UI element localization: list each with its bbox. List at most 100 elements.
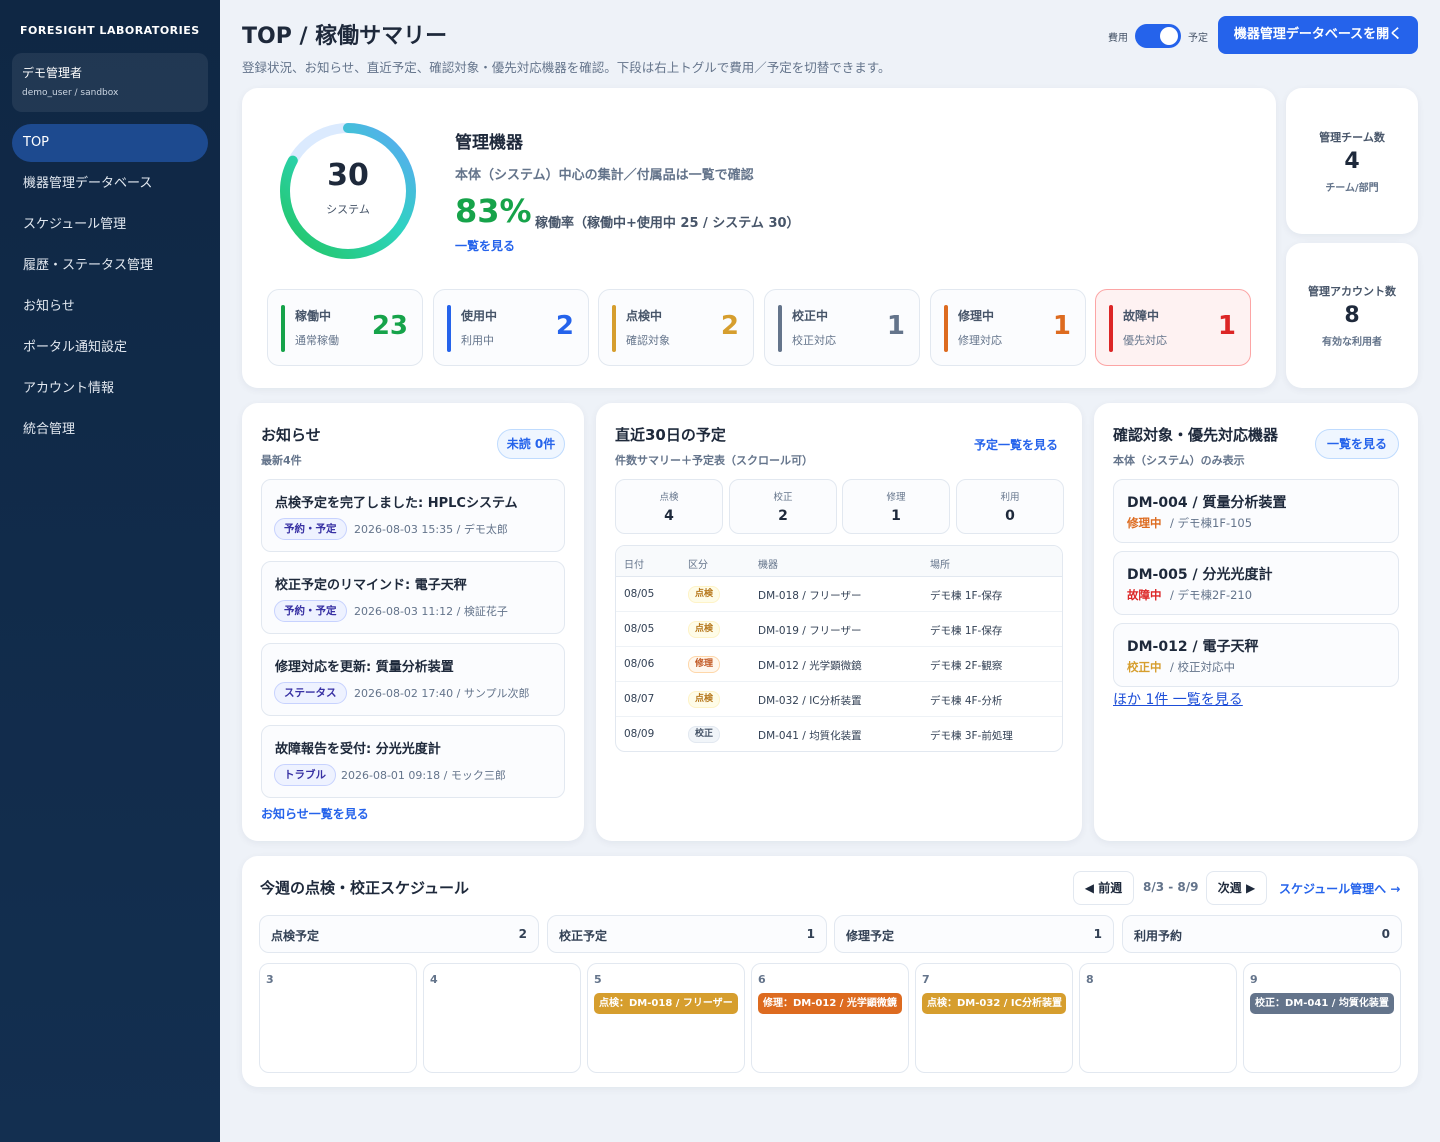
summary-view-list-link[interactable]: 一覧を見る bbox=[455, 237, 515, 254]
device-location: / デモ棟2F-210 bbox=[1170, 588, 1253, 602]
notice-item[interactable]: 故障報告を受付: 分光光度計 トラブル 2026-08-01 09:18 / モ… bbox=[261, 725, 565, 798]
notices-card: お知らせ 最新4件 未読 0件 点検予定を完了しました: HPLCシステム 予約… bbox=[242, 403, 584, 841]
table-row[interactable]: 08/05 点検 DM-019 / フリーザー デモ棟 1F-保存 bbox=[616, 612, 1062, 647]
user-card[interactable]: デモ管理者 demo_user / sandbox bbox=[12, 53, 208, 112]
cost-schedule-toggle-group: 費用 予定 bbox=[1108, 24, 1208, 48]
calendar-event[interactable]: 修理：DM-012 / 光学顕微鏡 bbox=[758, 993, 902, 1014]
count-label: 修理 bbox=[886, 492, 906, 503]
cell-place: デモ棟 1F-保存 bbox=[930, 590, 1003, 602]
calendar-day-cell[interactable]: 6 修理：DM-012 / 光学顕微鏡 bbox=[751, 963, 909, 1073]
stat-value: 1 bbox=[886, 311, 905, 341]
calendar-day-cell[interactable]: 9 校正：DM-041 / 均質化装置 bbox=[1243, 963, 1401, 1073]
sidebar-nav: TOP 機器管理データベース スケジュール管理 履歴・ステータス管理 お知らせ … bbox=[12, 124, 208, 452]
notice-item[interactable]: 校正予定のリマインド: 電子天秤 予約・予定 2026-08-03 11:12 … bbox=[261, 561, 565, 634]
stat-calibration[interactable]: 校正中 校正対応 1 bbox=[764, 289, 920, 366]
column-header-kind: 区分 bbox=[688, 560, 708, 571]
stat-operating[interactable]: 稼働中 通常稼働 23 bbox=[267, 289, 423, 366]
user-account: demo_user / sandbox bbox=[22, 88, 119, 98]
cost-schedule-toggle[interactable] bbox=[1135, 24, 1181, 48]
stat-repair[interactable]: 修理中 修理対応 1 bbox=[930, 289, 1086, 366]
sidebar-item-top[interactable]: TOP bbox=[12, 124, 208, 162]
week-summary-calibration: 校正予定 1 bbox=[547, 915, 827, 953]
stat-color-bar bbox=[778, 305, 782, 352]
account-count-card: 管理アカウント数 8 有効な利用者 bbox=[1286, 243, 1418, 388]
sidebar-item-account[interactable]: アカウント情報 bbox=[12, 370, 208, 408]
device-status: 修理中 bbox=[1127, 516, 1162, 530]
team-count-title: 管理チーム数 bbox=[1319, 131, 1385, 144]
cell-device: DM-041 / 均質化装置 bbox=[758, 730, 862, 742]
table-row[interactable]: 08/07 点検 DM-032 / IC分析装置 デモ棟 4F-分析 bbox=[616, 682, 1062, 717]
stat-label: 故障中 bbox=[1123, 309, 1160, 323]
calendar-event[interactable]: 校正：DM-041 / 均質化装置 bbox=[1250, 993, 1394, 1014]
next-week-button[interactable]: 次週 ▶ bbox=[1206, 871, 1267, 905]
unread-badge-button[interactable]: 未読 0件 bbox=[497, 429, 565, 459]
week-summary-inspection: 点検予定 2 bbox=[259, 915, 539, 953]
cell-date: 08/05 bbox=[624, 623, 655, 635]
notice-item[interactable]: 修理対応を更新: 質量分析装置 ステータス 2026-08-02 17:40 /… bbox=[261, 643, 565, 716]
page-title: TOP / 稼働サマリー bbox=[242, 24, 448, 49]
calendar-event[interactable]: 点検：DM-018 / フリーザー bbox=[594, 993, 738, 1014]
notices-title: お知らせ bbox=[261, 426, 321, 444]
count-value: 2 bbox=[778, 508, 788, 524]
calendar-day-cell[interactable]: 8 bbox=[1079, 963, 1237, 1073]
cell-device: DM-018 / フリーザー bbox=[758, 590, 862, 602]
schedule-list-link[interactable]: 予定一覧を見る bbox=[974, 436, 1058, 453]
day-number: 7 bbox=[922, 973, 930, 986]
notices-list-link[interactable]: お知らせ一覧を見る bbox=[261, 805, 369, 822]
priority-device-item[interactable]: DM-005 / 分光光度計 故障中 / デモ棟2F-210 bbox=[1113, 551, 1399, 615]
calendar-day-cell[interactable]: 4 bbox=[423, 963, 581, 1073]
account-count-value: 8 bbox=[1344, 303, 1360, 328]
cell-kind-badge: 点検 bbox=[688, 621, 721, 638]
sidebar-item-notices[interactable]: お知らせ bbox=[12, 288, 208, 326]
calendar-day-cell[interactable]: 7 点検：DM-032 / IC分析装置 bbox=[915, 963, 1073, 1073]
summary-label: 利用予約 bbox=[1134, 929, 1183, 943]
sidebar-item-notification-settings[interactable]: ポータル通知設定 bbox=[12, 329, 208, 367]
notice-tag: トラブル bbox=[274, 764, 336, 786]
table-row[interactable]: 08/09 校正 DM-041 / 均質化装置 デモ棟 3F-前処理 bbox=[616, 717, 1062, 751]
stat-sublabel: 確認対象 bbox=[626, 334, 670, 347]
notice-item[interactable]: 点検予定を完了しました: HPLCシステム 予約・予定 2026-08-03 1… bbox=[261, 479, 565, 552]
priority-more-link[interactable]: ほか 1件 一覧を見る bbox=[1113, 689, 1243, 709]
stat-label: 使用中 bbox=[461, 309, 498, 323]
sidebar-item-device-database[interactable]: 機器管理データベース bbox=[12, 165, 208, 203]
table-row[interactable]: 08/05 点検 DM-018 / フリーザー デモ棟 1F-保存 bbox=[616, 577, 1062, 612]
device-status: 校正中 bbox=[1127, 660, 1162, 674]
day-number: 3 bbox=[266, 973, 274, 986]
stat-in-use[interactable]: 使用中 利用中 2 bbox=[433, 289, 589, 366]
operating-rate-label: 稼働率（稼働中+使用中 25 / システム 30） bbox=[535, 216, 800, 231]
device-type: 電子天秤 bbox=[1202, 639, 1259, 655]
team-count-sub: チーム/部門 bbox=[1325, 183, 1379, 194]
cell-device: DM-019 / フリーザー bbox=[758, 625, 862, 637]
stat-sublabel: 通常稼働 bbox=[295, 334, 339, 347]
sidebar-item-history-status[interactable]: 履歴・ステータス管理 bbox=[12, 247, 208, 285]
notice-meta: 2026-08-01 09:18 / モック三郎 bbox=[341, 769, 506, 782]
sidebar-item-schedule[interactable]: スケジュール管理 bbox=[12, 206, 208, 244]
priority-device-item[interactable]: DM-004 / 質量分析装置 修理中 / デモ棟1F-105 bbox=[1113, 479, 1399, 543]
stat-inspection[interactable]: 点検中 確認対象 2 bbox=[598, 289, 754, 366]
upcoming-title: 直近30日の予定 bbox=[615, 426, 726, 444]
cell-kind-badge: 点検 bbox=[688, 691, 721, 708]
schedule-management-link[interactable]: スケジュール管理へ → bbox=[1279, 880, 1400, 897]
day-number: 4 bbox=[430, 973, 438, 986]
priority-view-list-button[interactable]: 一覧を見る bbox=[1315, 429, 1399, 459]
calendar-event[interactable]: 点検：DM-032 / IC分析装置 bbox=[922, 993, 1066, 1014]
stat-failure[interactable]: 故障中 優先対応 1 bbox=[1095, 289, 1251, 366]
count-label: 利用 bbox=[1000, 492, 1020, 503]
priority-device-item[interactable]: DM-012 / 電子天秤 校正中 / 校正対応中 bbox=[1113, 623, 1399, 687]
team-count-value: 4 bbox=[1344, 149, 1360, 174]
calendar-day-cell[interactable]: 3 bbox=[259, 963, 417, 1073]
calendar-day-cell[interactable]: 5 点検：DM-018 / フリーザー bbox=[587, 963, 745, 1073]
cell-device: DM-012 / 光学顕微鏡 bbox=[758, 660, 862, 672]
column-header-date: 日付 bbox=[624, 560, 644, 571]
prev-week-button[interactable]: ◀ 前週 bbox=[1073, 871, 1134, 905]
cell-place: デモ棟 1F-保存 bbox=[930, 625, 1003, 637]
open-database-button[interactable]: 機器管理データベースを開く bbox=[1218, 16, 1418, 54]
notice-title: 校正予定のリマインド: 電子天秤 bbox=[275, 578, 467, 593]
table-row[interactable]: 08/06 修理 DM-012 / 光学顕微鏡 デモ棟 2F-観察 bbox=[616, 647, 1062, 682]
sidebar-item-integrated-management[interactable]: 統合管理 bbox=[12, 411, 208, 449]
page-subtitle: 登録状況、お知らせ、直近予定、確認対象・優先対応機器を確認。下段は右上トグルで費… bbox=[242, 60, 891, 75]
upcoming-table[interactable]: 日付 区分 機器 場所 08/05 点検 DM-018 / フリーザー デモ棟 … bbox=[615, 545, 1063, 752]
cell-device: DM-032 / IC分析装置 bbox=[758, 695, 862, 707]
notice-tag: 予約・予定 bbox=[274, 600, 347, 622]
priority-devices-card: 確認対象・優先対応機器 本体（システム）のみ表示 一覧を見る DM-004 / … bbox=[1094, 403, 1418, 841]
